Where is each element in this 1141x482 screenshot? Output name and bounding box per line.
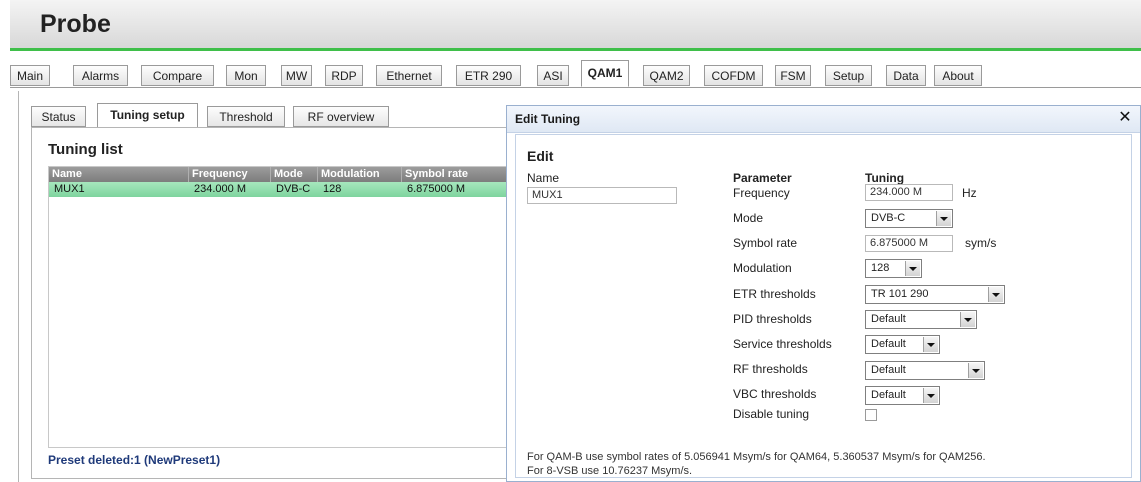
subtab-tuning-setup[interactable]: Tuning setup	[97, 103, 198, 128]
close-icon[interactable]: ✕	[1116, 109, 1134, 127]
tab-ethernet[interactable]: Ethernet	[376, 65, 442, 86]
service-thresholds-select[interactable]: Default	[865, 335, 940, 354]
vbc-thresholds-value: Default	[871, 389, 906, 401]
mode-select[interactable]: DVB-C	[865, 209, 953, 228]
tuning-header: Tuning	[865, 171, 905, 185]
subtab-threshold[interactable]: Threshold	[207, 106, 285, 127]
subtab-rf-overview[interactable]: RF overview	[293, 106, 389, 127]
symbol-rate-input[interactable]: 6.875000 M	[865, 235, 953, 252]
app-header: Probe	[10, 0, 1141, 51]
cell-mode: DVB-C	[276, 183, 311, 195]
edit-tuning-dialog: Edit Tuning ✕ Edit Name MUX1 Parameter T…	[506, 105, 1141, 482]
tuning-list-title: Tuning list	[48, 141, 123, 158]
symbol-rate-label: Symbol rate	[733, 236, 798, 250]
tab-qam1[interactable]: QAM1	[581, 60, 629, 87]
dialog-titlebar[interactable]: Edit Tuning ✕	[507, 106, 1140, 133]
tab-divider	[10, 87, 1141, 88]
symbol-rate-note-line-2: For 8-VSB use 10.76237 Msym/s.	[527, 465, 693, 477]
column-header-modulation[interactable]: Modulation	[318, 167, 402, 182]
edit-heading: Edit	[527, 148, 554, 164]
disable-tuning-checkbox[interactable]	[865, 409, 877, 421]
column-header-name[interactable]: Name	[49, 167, 189, 182]
cell-frequency: 234.000 M	[194, 183, 246, 195]
chevron-down-icon	[936, 211, 951, 226]
service-thresholds-label: Service thresholds	[733, 337, 832, 351]
modulation-label: Modulation	[733, 261, 792, 275]
pid-thresholds-select[interactable]: Default	[865, 310, 977, 329]
edit-form: Edit Name MUX1 Parameter Tuning Frequenc…	[515, 134, 1132, 478]
pid-thresholds-label: PID thresholds	[733, 312, 812, 326]
tab-mw[interactable]: MW	[281, 65, 312, 86]
disable-tuning-label: Disable tuning	[733, 407, 810, 421]
tab-main[interactable]: Main	[10, 65, 50, 86]
app-title: Probe	[40, 10, 111, 38]
tuning-list-table: Name Frequency Mode Modulation Symbol ra…	[48, 166, 510, 448]
parameter-header: Parameter	[733, 171, 792, 185]
tab-setup[interactable]: Setup	[825, 65, 872, 86]
main-tab-bar: Main Alarms Compare Mon MW RDP Ethernet …	[10, 60, 1141, 89]
chevron-down-icon	[968, 363, 983, 378]
service-thresholds-value: Default	[871, 338, 906, 350]
mode-label: Mode	[733, 211, 764, 225]
modulation-select-value: 128	[871, 262, 890, 274]
table-row[interactable]: MUX1 234.000 M DVB-C 128 6.875000 M	[49, 182, 509, 197]
tab-fsm[interactable]: FSM	[775, 65, 811, 86]
tab-data[interactable]: Data	[886, 65, 926, 86]
chevron-down-icon	[960, 312, 975, 327]
column-header-symbol-rate[interactable]: Symbol rate	[402, 167, 509, 182]
chevron-down-icon	[923, 388, 938, 403]
cell-name: MUX1	[54, 183, 85, 195]
vbc-thresholds-select[interactable]: Default	[865, 386, 940, 405]
tab-asi[interactable]: ASI	[537, 65, 569, 86]
table-header: Name Frequency Mode Modulation Symbol ra…	[49, 167, 509, 182]
rf-thresholds-label: RF thresholds	[733, 362, 808, 376]
tab-alarms[interactable]: Alarms	[73, 65, 128, 86]
rf-thresholds-select[interactable]: Default	[865, 361, 985, 380]
cell-modulation: 128	[323, 183, 342, 195]
tab-cofdm[interactable]: COFDM	[704, 65, 763, 86]
frequency-unit: Hz	[962, 186, 977, 200]
name-label: Name	[527, 171, 560, 185]
symbol-rate-unit: sym/s	[965, 236, 997, 250]
etr-thresholds-value: TR 101 290	[871, 288, 929, 300]
tab-rdp[interactable]: RDP	[325, 65, 363, 86]
modulation-select[interactable]: 128	[865, 259, 922, 278]
tab-qam2[interactable]: QAM2	[643, 65, 690, 86]
sub-tab-bar: Status Tuning setup Threshold RF overvie…	[31, 103, 511, 128]
column-header-mode[interactable]: Mode	[271, 167, 318, 182]
symbol-rate-note-line-1: For QAM-B use symbol rates of 5.056941 M…	[527, 451, 986, 463]
frequency-input[interactable]: 234.000 M	[865, 184, 953, 201]
tab-about[interactable]: About	[934, 65, 982, 86]
frequency-label: Frequency	[733, 186, 790, 200]
tab-mon[interactable]: Mon	[226, 65, 266, 86]
cell-symbol-rate: 6.875000 M	[407, 183, 466, 195]
chevron-down-icon	[923, 337, 938, 352]
subtab-status[interactable]: Status	[31, 106, 86, 127]
pid-thresholds-value: Default	[871, 313, 906, 325]
tab-etr290[interactable]: ETR 290	[456, 65, 521, 86]
chevron-down-icon	[988, 287, 1003, 302]
rf-thresholds-value: Default	[871, 364, 906, 376]
tab-compare[interactable]: Compare	[141, 65, 214, 86]
vbc-thresholds-label: VBC thresholds	[733, 387, 817, 401]
column-header-frequency[interactable]: Frequency	[189, 167, 271, 182]
chevron-down-icon	[905, 261, 920, 276]
dialog-title: Edit Tuning	[515, 112, 581, 126]
etr-thresholds-select[interactable]: TR 101 290	[865, 285, 1005, 304]
status-message: Preset deleted:1 (NewPreset1)	[48, 453, 221, 467]
name-input[interactable]: MUX1	[527, 187, 677, 204]
etr-thresholds-label: ETR thresholds	[733, 287, 816, 301]
mode-select-value: DVB-C	[871, 212, 906, 224]
